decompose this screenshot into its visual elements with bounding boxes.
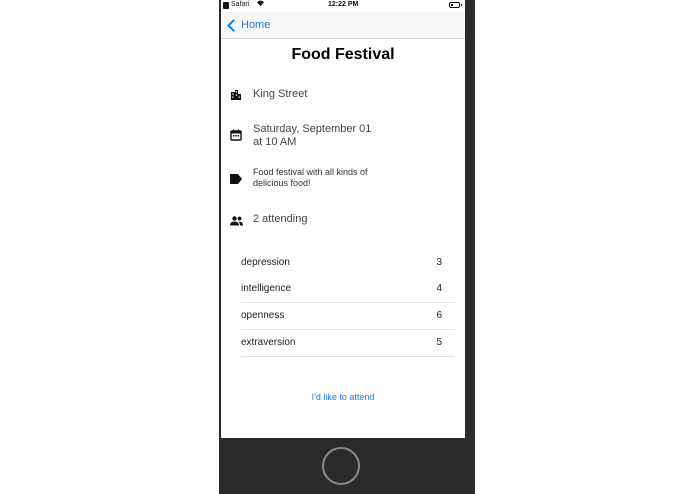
event-date-line-2: at 10 AM (253, 136, 297, 148)
trait-count: 5 (436, 337, 442, 348)
phone-screen: Safari 12:22 PM Home Food Festival King … (221, 0, 465, 438)
event-attending-count: 2 attending (253, 213, 308, 225)
trait-count: 6 (436, 310, 442, 321)
list-item: intelligence 4 (241, 276, 454, 303)
event-description: Food festival with all kinds of deliciou… (253, 167, 403, 189)
status-bar: Safari 12:22 PM (221, 0, 465, 12)
status-time: 12:22 PM (328, 1, 359, 8)
event-title: Food Festival (291, 46, 395, 63)
people-icon (230, 213, 243, 226)
list-item: openness 6 (241, 303, 454, 330)
calendar-icon (230, 128, 242, 141)
battery-icon (449, 2, 462, 8)
back-to-app-icon[interactable] (223, 2, 229, 9)
trait-name: openness (241, 310, 285, 321)
trait-name: depression (241, 257, 290, 268)
home-button[interactable] (322, 447, 360, 485)
trait-name: extraversion (241, 337, 296, 348)
trait-count: 4 (436, 283, 442, 294)
phone-frame-bottom (219, 438, 475, 494)
trait-count: 3 (436, 257, 442, 268)
back-button-label: Home (241, 19, 271, 31)
event-description-line-1: Food festival with all kinds of (253, 167, 368, 177)
phone-frame-right (465, 0, 475, 494)
traits-list: depression 3 intelligence 4 openness 6 e… (241, 250, 454, 357)
status-app-name[interactable]: Safari (231, 1, 249, 8)
attend-button[interactable]: I'd like to attend (221, 392, 465, 402)
event-location: King Street (253, 88, 308, 100)
wifi-icon (256, 0, 265, 9)
event-date-line-1: Saturday, September 01 (253, 123, 372, 135)
chevron-left-icon (227, 18, 240, 32)
label-icon (230, 171, 242, 184)
event-date: Saturday, September 01 at 10 AM (253, 123, 403, 149)
event-description-line-2: delicious food! (253, 178, 311, 188)
list-item: depression 3 (241, 250, 454, 276)
back-button[interactable]: Home (227, 16, 270, 34)
trait-name: intelligence (241, 283, 292, 294)
list-item: extraversion 5 (241, 330, 454, 357)
navigation-bar: Home (221, 12, 465, 39)
building-icon (230, 88, 242, 100)
